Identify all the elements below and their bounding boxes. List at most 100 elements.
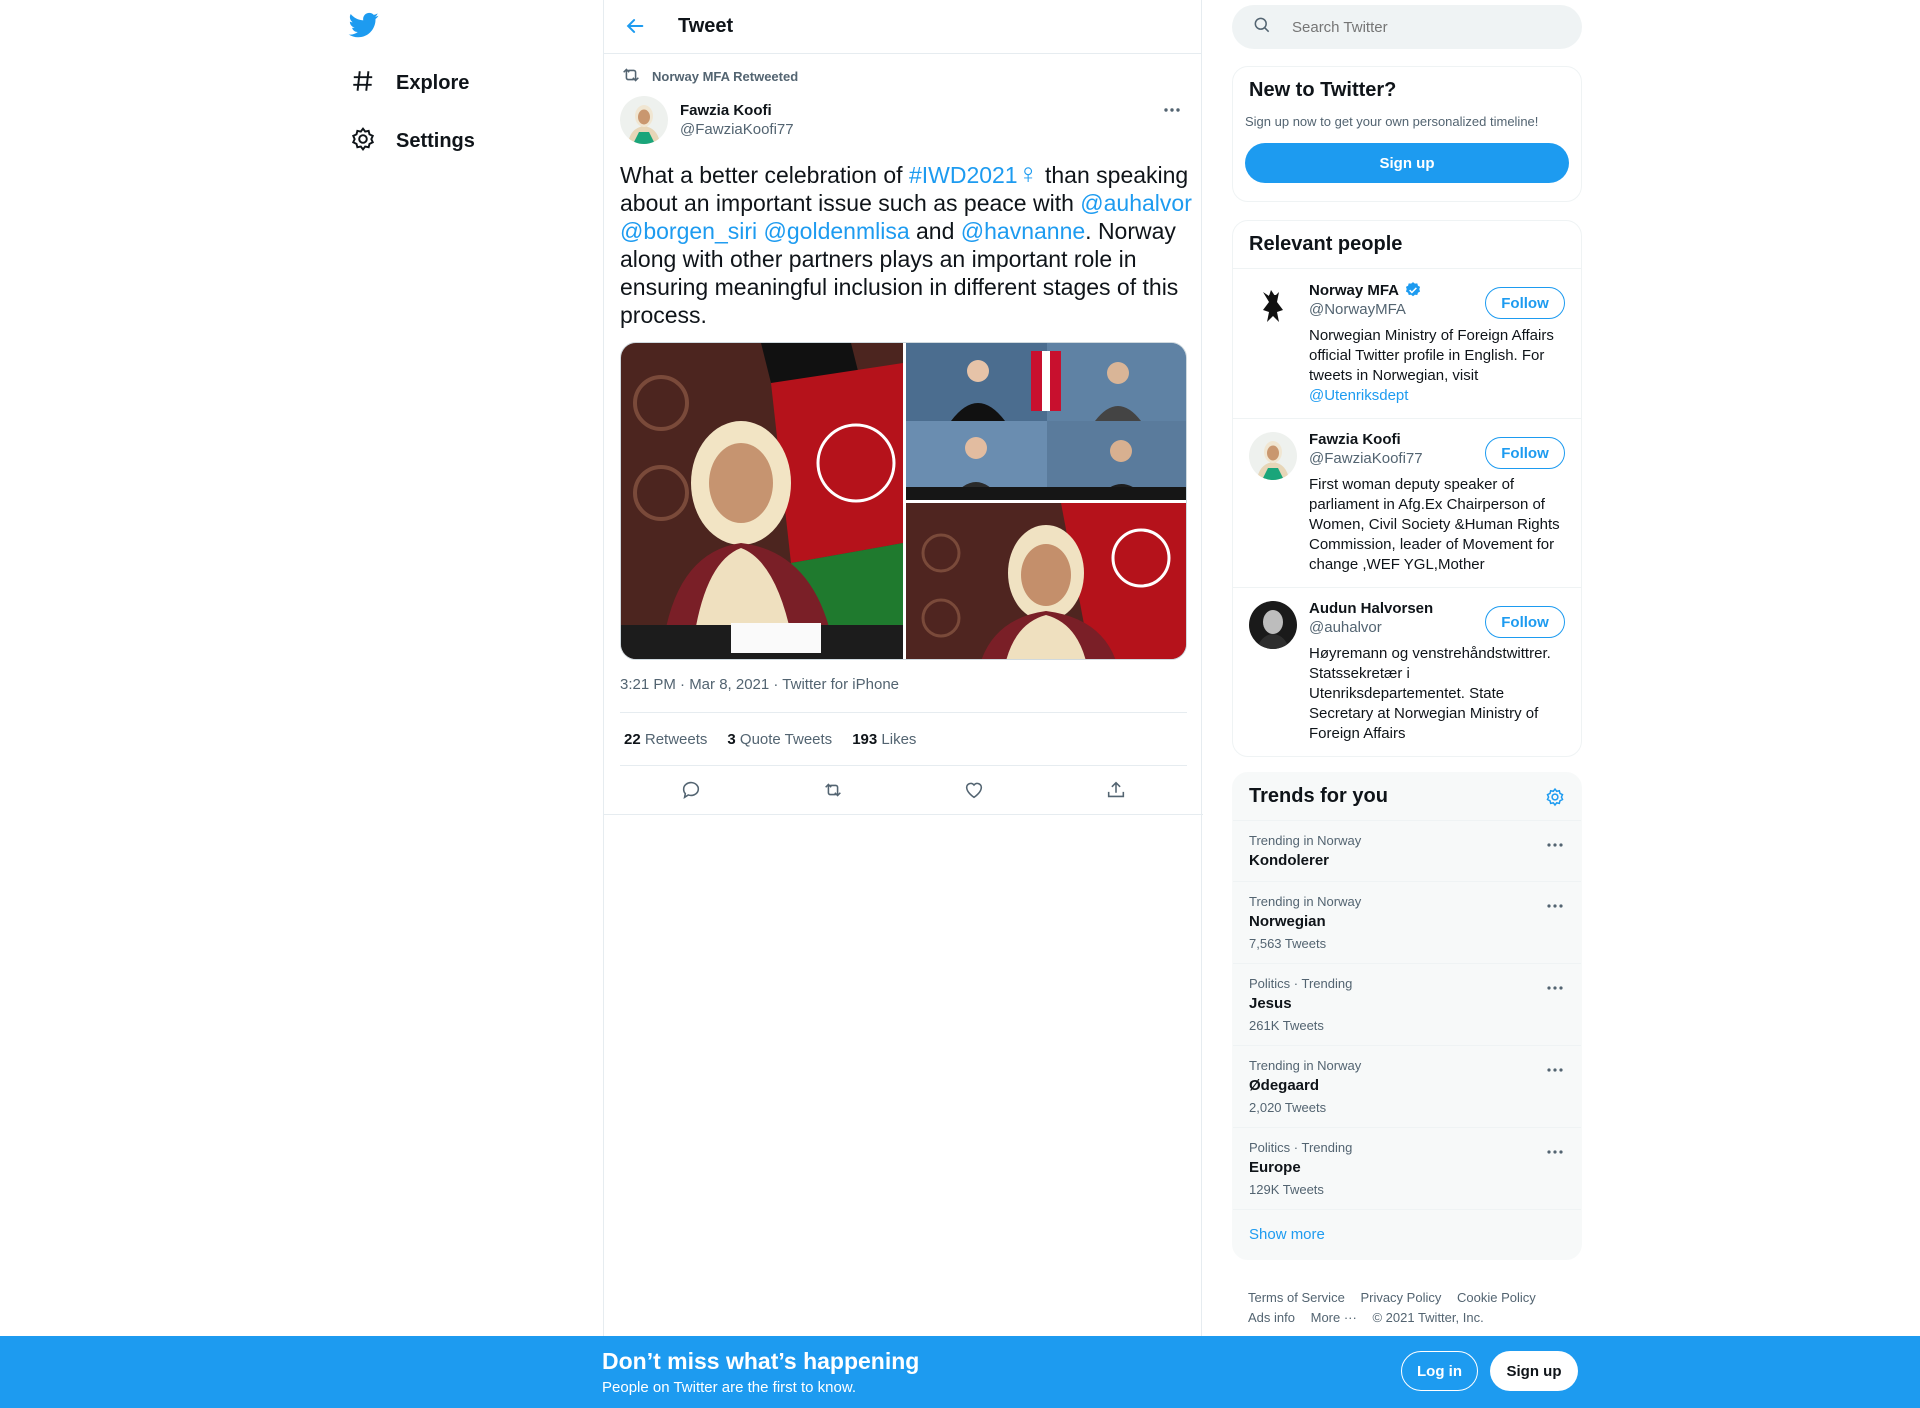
tweet-text-segment: and (909, 218, 961, 244)
footer-link-ads[interactable]: Ads info (1248, 1310, 1295, 1325)
page-header: Tweet (604, 0, 1201, 54)
retweets-stat[interactable]: 22 Retweets (624, 731, 707, 748)
right-sidebar: New to Twitter? Sign up now to get your … (1232, 0, 1584, 1408)
trend-item[interactable]: Trending in Norway Kondolerer (1233, 820, 1581, 881)
avatar[interactable] (620, 96, 668, 144)
trend-context: Politics · Trending (1249, 1140, 1353, 1155)
bio-mention-link[interactable]: @Utenriksdept (1309, 387, 1408, 404)
retweeted-by-label: Norway MFA Retweeted (652, 69, 799, 84)
more-options-icon[interactable] (1545, 837, 1565, 853)
relevant-person[interactable]: Norway MFA @NorwayMFA Norwegian Ministry… (1233, 268, 1581, 418)
trend-item[interactable]: Politics · Trending Europe 129K Tweets (1233, 1127, 1581, 1209)
retweet-icon[interactable] (822, 779, 844, 801)
nav-settings-label: Settings (396, 129, 475, 152)
tweet-text: What a better celebration of #IWD2021♀ t… (620, 160, 1192, 329)
trend-count: 7,563 Tweets (1249, 936, 1327, 951)
footer-link-cookie[interactable]: Cookie Policy (1457, 1290, 1536, 1305)
settings-gear-icon[interactable] (1545, 787, 1565, 807)
more-options-icon[interactable] (1159, 100, 1185, 120)
quotes-stat[interactable]: 3 Quote Tweets (727, 731, 832, 748)
relevant-person[interactable]: Fawzia Koofi @FawziaKoofi77 First woman … (1233, 418, 1581, 587)
quotes-label: Quote Tweets (739, 730, 833, 748)
tweet-author[interactable]: Fawzia Koofi @FawziaKoofi77 (620, 96, 794, 144)
media-photo-bottom-right[interactable] (906, 503, 1187, 660)
person-name[interactable]: Audun Halvorsen (1309, 600, 1433, 617)
signup-button[interactable]: Sign up (1490, 1351, 1578, 1391)
person-bio: Norwegian Ministry of Foreign Affairs of… (1309, 326, 1567, 406)
footer-link-terms[interactable]: Terms of Service (1248, 1290, 1345, 1305)
bio-text: Norwegian Ministry of Foreign Affairs of… (1309, 327, 1554, 384)
trend-item[interactable]: Politics · Trending Jesus 261K Tweets (1233, 963, 1581, 1045)
card-subtitle: Sign up now to get your own personalized… (1245, 114, 1539, 129)
search-bar[interactable] (1232, 5, 1582, 49)
retweet-icon (620, 64, 652, 89)
card-title: New to Twitter? (1249, 79, 1397, 101)
mention-link[interactable]: @havnanne (961, 218, 1085, 244)
login-button[interactable]: Log in (1401, 1351, 1478, 1391)
nav-explore[interactable]: Explore (348, 58, 477, 108)
reply-icon[interactable] (680, 779, 702, 801)
trend-name: Jesus (1249, 995, 1292, 1012)
person-bio: Høyremann og venstrehåndstwittrer. Stats… (1309, 645, 1551, 742)
avatar[interactable] (1249, 432, 1297, 480)
footer-link-privacy[interactable]: Privacy Policy (1360, 1290, 1441, 1305)
left-nav: Explore Settings (340, 0, 600, 1408)
media-photo-left[interactable] (621, 343, 903, 660)
likes-stat[interactable]: 193 Likes (852, 731, 916, 748)
nav-settings[interactable]: Settings (348, 116, 483, 166)
author-handle[interactable]: @FawziaKoofi77 (680, 121, 794, 138)
follow-button[interactable]: Follow (1485, 606, 1565, 638)
trend-name: Norwegian (1249, 913, 1326, 930)
trend-count: 261K Tweets (1249, 1018, 1324, 1033)
more-options-icon[interactable] (1545, 1144, 1565, 1160)
trends-header: Trends for you (1233, 773, 1581, 820)
trend-item[interactable]: Trending in Norway Norwegian 7,563 Tweet… (1233, 881, 1581, 963)
avatar[interactable] (1249, 601, 1297, 649)
trend-item[interactable]: Trending in Norway Ødegaard 2,020 Tweets (1233, 1045, 1581, 1127)
tweet-media-grid[interactable] (620, 342, 1187, 660)
search-input[interactable] (1292, 18, 1552, 36)
footer-links: Terms of Service Privacy Policy Cookie P… (1248, 1288, 1578, 1328)
trend-context: Politics · Trending (1249, 976, 1353, 991)
person-name[interactable]: Norway MFA (1309, 282, 1399, 299)
show-more-link[interactable]: Show more (1233, 1209, 1581, 1259)
sidebar-signup-button[interactable]: Sign up (1245, 143, 1569, 183)
mention-link[interactable]: @goldenmlisa (764, 218, 910, 244)
like-heart-icon[interactable] (963, 779, 985, 801)
footer-copyright: © 2021 Twitter, Inc. (1372, 1310, 1484, 1325)
share-icon[interactable] (1105, 779, 1127, 801)
back-arrow-icon[interactable] (624, 15, 648, 39)
person-name[interactable]: Fawzia Koofi (1309, 431, 1401, 448)
verified-badge-icon (1404, 281, 1422, 299)
avatar[interactable] (1249, 282, 1297, 330)
more-options-icon[interactable] (1545, 898, 1565, 914)
quotes-count: 3 (727, 730, 736, 748)
follow-button[interactable]: Follow (1485, 287, 1565, 319)
trends-card: Trends for you Trending in Norway Kondol… (1232, 772, 1582, 1260)
twitter-bird-icon[interactable] (348, 10, 384, 42)
follow-button[interactable]: Follow (1485, 437, 1565, 469)
search-icon (1252, 15, 1272, 40)
media-photo-top-right[interactable] (906, 343, 1187, 500)
more-options-icon[interactable] (1545, 980, 1565, 996)
retweet-context[interactable]: Norway MFA Retweeted (620, 64, 798, 89)
more-options-icon[interactable] (1545, 1062, 1565, 1078)
footer-link-more[interactable]: More ··· (1311, 1310, 1357, 1325)
hashtag-link[interactable]: #IWD2021 (909, 162, 1018, 188)
trend-name: Kondolerer (1249, 852, 1330, 869)
tweet-timestamp[interactable]: 3:21 PM · Mar 8, 2021 · Twitter for iPho… (620, 676, 899, 693)
tweet-actions (620, 766, 1187, 814)
mention-link[interactable]: @auhalvor (1080, 190, 1192, 216)
mention-link[interactable]: @borgen_siri (620, 218, 757, 244)
author-name[interactable]: Fawzia Koofi (680, 102, 794, 119)
tweet-text-segment: What a better celebration of (620, 162, 909, 188)
trend-context: Trending in Norway (1249, 1058, 1362, 1073)
tweet-stats: 22 Retweets 3 Quote Tweets 193 Likes (620, 712, 1187, 766)
signup-banner: Don’t miss what’s happening People on Tw… (0, 1336, 1920, 1408)
retweets-label: Retweets (644, 730, 708, 748)
trend-name: Ødegaard (1249, 1077, 1320, 1094)
relevant-person[interactable]: Audun Halvorsen @auhalvor Høyremann og v… (1233, 587, 1581, 756)
likes-count: 193 (852, 730, 878, 748)
trend-count: 2,020 Tweets (1249, 1100, 1327, 1115)
trend-count: 129K Tweets (1249, 1182, 1324, 1197)
